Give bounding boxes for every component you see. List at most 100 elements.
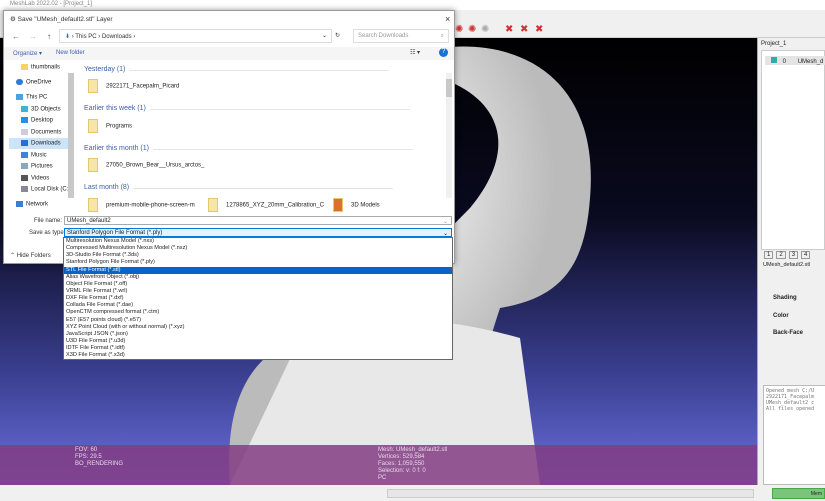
organize-button[interactable]: Organize ▾ <box>13 50 42 57</box>
save-type-select[interactable]: Stanford Polygon File Format (*.ply) ⌄ <box>64 228 452 237</box>
view-options-icon[interactable]: ☷ ▾ <box>410 49 420 56</box>
up-icon[interactable]: ↑ <box>47 32 51 41</box>
folder-icon <box>21 64 28 70</box>
nav-desktop[interactable]: Desktop <box>31 118 53 124</box>
memory-button[interactable]: Mem <box>772 488 825 499</box>
folder-icon <box>88 198 98 212</box>
breadcrumb-downloads[interactable]: Downloads <box>102 34 132 40</box>
delete-faces-icon[interactable]: ✖ <box>520 24 528 35</box>
view-button-1[interactable]: 1 <box>764 251 774 259</box>
file-name-label: File name: <box>34 218 63 224</box>
group-header[interactable]: Earlier this week (1) <box>84 105 410 112</box>
close-icon[interactable]: × <box>445 14 450 24</box>
dropdown-option[interactable]: VRML File Format (*.wrl) <box>64 288 452 295</box>
file-scrollbar[interactable] <box>446 73 452 198</box>
pictures-icon <box>21 163 28 169</box>
dropdown-option[interactable]: OpenCTM compressed format (*.ctm) <box>64 309 452 316</box>
videos-icon <box>21 175 28 181</box>
select-connected-icon[interactable]: ✺ <box>481 24 489 35</box>
file-name-input[interactable]: UMesh_default2 ⌄ <box>64 216 452 225</box>
network-icon <box>16 201 23 207</box>
visibility-icon[interactable] <box>771 57 777 63</box>
breadcrumb-this-pc[interactable]: This PC <box>75 34 96 40</box>
address-bar[interactable]: ⬇ › This PC › Downloads › ⌄ <box>59 29 332 43</box>
dropdown-option[interactable]: Collada File Format (*.dae) <box>64 302 452 309</box>
file-item[interactable]: 2922171_Facepalm_Picard <box>106 84 179 90</box>
file-name-value: UMesh_default2 <box>67 218 111 224</box>
3d-models-icon <box>333 198 343 212</box>
file-list: Yesterday (1) 2922171_Facepalm_Picard Ea… <box>76 61 452 212</box>
3d-objects-icon <box>21 106 28 112</box>
view-button-3[interactable]: 3 <box>788 251 799 259</box>
face-count: Faces: 1,059,550 <box>378 461 425 467</box>
nav-thumbnails[interactable]: thumbnails <box>31 65 60 71</box>
dropdown-option[interactable]: Object File Format (*.off) <box>64 281 452 288</box>
refresh-icon[interactable]: ↻ <box>335 32 340 39</box>
view-button-4[interactable]: 4 <box>801 251 811 259</box>
pc-icon <box>16 94 23 100</box>
chevron-down-icon[interactable]: ⌄ <box>322 32 327 39</box>
dropdown-option[interactable]: X3D File Format (*.x3d) <box>64 352 452 359</box>
dropdown-option[interactable]: U3D File Format (*.u3d) <box>64 338 452 345</box>
fps-readout: FPS: 29.5 <box>75 454 102 460</box>
chevron-down-icon[interactable]: ⌄ <box>443 230 448 237</box>
search-icon: ⌕ <box>440 33 444 39</box>
search-input[interactable]: Search Downloads ⌕ <box>353 29 449 43</box>
file-item[interactable]: 1278865_XYZ_20mm_Calibration_C <box>226 203 324 209</box>
folder-icon <box>88 158 98 172</box>
app-title: MeshLab 2022.02 - [Project_1] <box>10 1 93 7</box>
file-item[interactable]: 27050_Brown_Bear__Ursus_arctos_ <box>106 163 204 169</box>
backface-label: Back-Face <box>773 330 804 336</box>
view-button-2[interactable]: 2 <box>776 251 786 259</box>
dropdown-option[interactable]: E57 (E57 points cloud) (*.e57) <box>64 317 452 324</box>
new-folder-button[interactable]: New folder <box>56 50 85 56</box>
delete-vertices-icon[interactable]: ✖ <box>535 24 543 35</box>
nav-pictures[interactable]: Pictures <box>31 164 53 170</box>
layer-row[interactable]: 0 UMesh_d <box>765 56 825 65</box>
nav-this-pc[interactable]: This PC <box>26 95 47 101</box>
nav-scrollbar[interactable] <box>68 73 74 198</box>
documents-icon <box>21 129 28 135</box>
chevron-down-icon[interactable]: ⌄ <box>443 218 448 225</box>
file-item[interactable]: 3D Models <box>351 203 380 209</box>
dropdown-option[interactable]: 3D-Studio File Format (*.3ds) <box>64 252 452 259</box>
render-mode: BO_RENDERING <box>75 461 124 467</box>
dropdown-option[interactable]: IDTF File Format (*.idtf) <box>64 345 452 352</box>
select-faces-icon[interactable]: ✺ <box>455 24 463 35</box>
save-type-value: Stanford Polygon File Format (*.ply) <box>67 230 163 236</box>
dropdown-option[interactable]: Alias Wavefront Object (*.obj) <box>64 274 452 281</box>
group-header[interactable]: Last month (8) <box>84 184 395 191</box>
nav-network[interactable]: Network <box>26 202 48 208</box>
hide-folders-button[interactable]: ⌃ Hide Folders <box>10 252 51 259</box>
memory-label: Mem <box>810 491 822 497</box>
nav-videos[interactable]: Videos <box>31 176 49 182</box>
file-item[interactable]: Programs <box>106 124 132 130</box>
dropdown-option[interactable]: XYZ Point Cloud (with or without normal)… <box>64 324 452 331</box>
nav-3d-objects[interactable]: 3D Objects <box>31 107 61 113</box>
nav-downloads[interactable]: Downloads <box>31 141 61 147</box>
color-label: Color <box>773 313 789 319</box>
vertex-count: Vertices: 529,584 <box>378 454 425 460</box>
group-header[interactable]: Earlier this month (1) <box>84 145 413 152</box>
select-vertices-icon[interactable]: ✺ <box>468 24 476 35</box>
dropdown-option[interactable]: Compressed Multiresolution Nexus Model (… <box>64 245 452 252</box>
dropdown-option[interactable]: Multiresolution Nexus Model (*.nxs) <box>64 238 452 245</box>
help-icon[interactable]: ? <box>439 48 448 57</box>
nav-music[interactable]: Music <box>31 153 47 159</box>
file-item[interactable]: premium-mobile-phone-screen-m <box>106 203 195 209</box>
nav-documents[interactable]: Documents <box>31 130 61 136</box>
progress-bar <box>387 489 754 498</box>
group-header[interactable]: Yesterday (1) <box>84 66 393 73</box>
delete-selection-icon[interactable]: ✖ <box>505 24 513 35</box>
forward-icon[interactable]: → <box>29 32 37 41</box>
nav-onedrive[interactable]: OneDrive <box>26 80 51 86</box>
dropdown-option[interactable]: JavaScript JSON (*.json) <box>64 331 452 338</box>
back-icon[interactable]: ← <box>12 32 20 41</box>
pc-label: PC <box>378 475 387 481</box>
dropdown-option[interactable]: STL File Format (*.stl) <box>64 266 452 274</box>
view-buttons: 1 2 3 4 <box>764 251 811 259</box>
dropdown-option[interactable]: Stanford Polygon File Format (*.ply) <box>64 259 452 266</box>
dropdown-option[interactable]: DXF File Format (*.dxf) <box>64 295 452 302</box>
save-type-dropdown: Multiresolution Nexus Model (*.nxs) Compr… <box>63 237 453 360</box>
nav-local-disk[interactable]: Local Disk (C:) <box>31 187 70 193</box>
